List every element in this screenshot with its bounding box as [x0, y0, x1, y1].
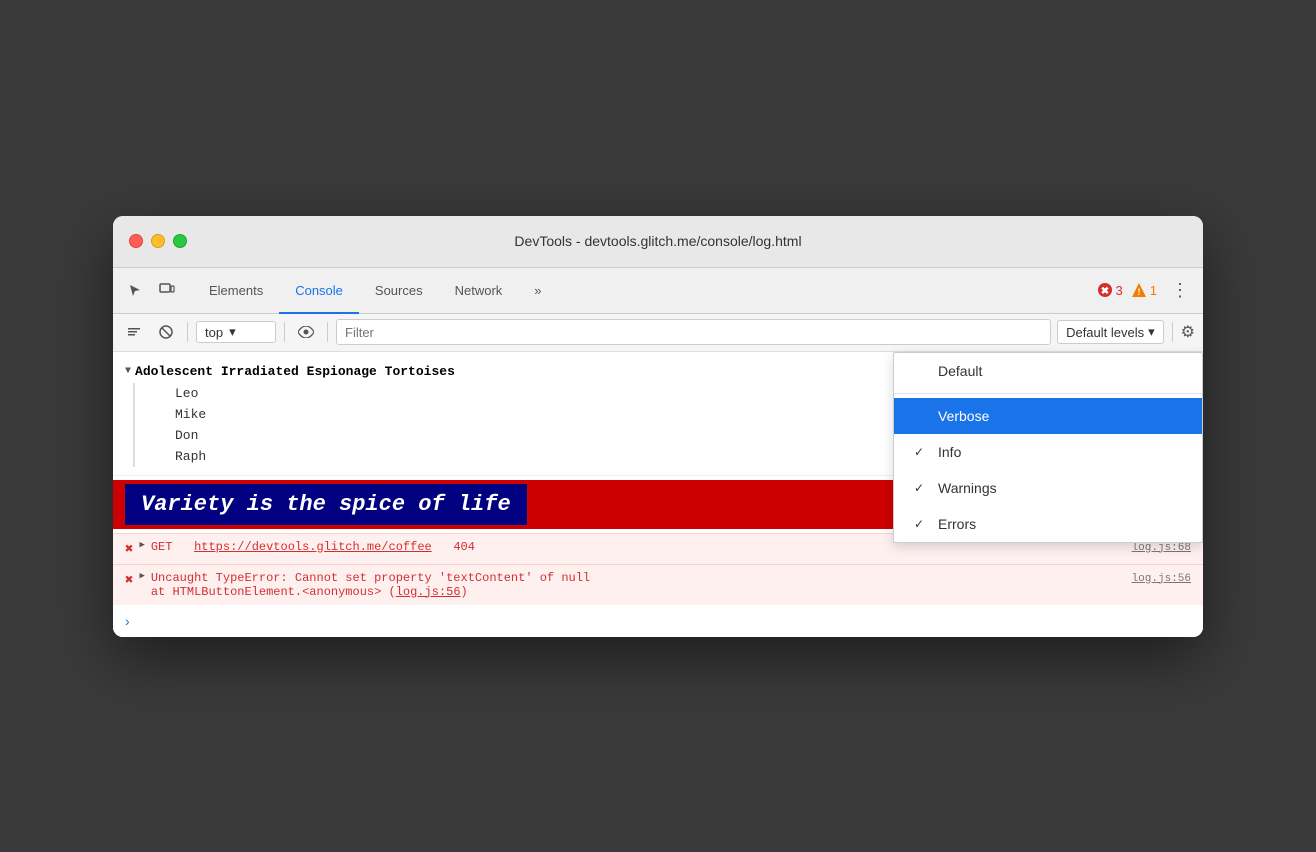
tab-bar: Elements Console Sources Network » ✖ 3 [113, 268, 1203, 314]
error-icon-1: ✖ [125, 541, 133, 558]
tab-elements[interactable]: Elements [193, 269, 279, 314]
variety-text: Variety is the spice of life [125, 484, 527, 525]
console-input-row: › [113, 605, 1203, 637]
settings-icon[interactable]: ⚙ [1181, 322, 1195, 342]
tab-bar-right: ✖ 3 ! 1 ⋮ [1097, 268, 1195, 313]
filter-input[interactable] [336, 319, 1051, 345]
error-stack-link[interactable]: log.js:56 [396, 585, 461, 599]
minimize-button[interactable] [151, 234, 165, 248]
dropdown-item-info[interactable]: ✓ Info [894, 434, 1202, 470]
error-row-2: ✖ ▶ Uncaught TypeError: Cannot set prope… [113, 564, 1203, 605]
expand-icon-1[interactable]: ▶ [139, 540, 144, 550]
stop-icon[interactable] [153, 319, 179, 345]
maximize-button[interactable] [173, 234, 187, 248]
devtools-window: DevTools - devtools.glitch.me/console/lo… [113, 216, 1203, 637]
error-file-link-1[interactable]: log.js:68 [1132, 542, 1191, 554]
tab-sources[interactable]: Sources [359, 269, 439, 314]
svg-text:!: ! [1137, 287, 1140, 297]
error-content-2: Uncaught TypeError: Cannot set property … [151, 571, 1126, 599]
error-file-link-2[interactable]: log.js:56 [1132, 573, 1191, 585]
check-icon-info: ✓ [914, 445, 930, 459]
levels-dropdown-button[interactable]: Default levels ▾ [1057, 320, 1164, 344]
traffic-lights [129, 234, 187, 248]
dropdown-item-warnings[interactable]: ✓ Warnings [894, 470, 1202, 506]
tab-network[interactable]: Network [439, 269, 519, 314]
error-url-link[interactable]: https://devtools.glitch.me/coffee [194, 540, 432, 554]
tab-console[interactable]: Console [279, 269, 359, 314]
title-bar: DevTools - devtools.glitch.me/console/lo… [113, 216, 1203, 268]
device-icon[interactable] [153, 276, 181, 304]
eye-icon[interactable] [293, 319, 319, 345]
check-icon-warnings: ✓ [914, 481, 930, 495]
dropdown-item-default[interactable]: Default [894, 353, 1202, 389]
error-circle-icon: ✖ [1097, 282, 1113, 298]
dropdown-item-verbose[interactable]: Verbose [894, 398, 1202, 434]
tree-expand-icon: ▼ [125, 366, 131, 377]
levels-dropdown: Default Verbose ✓ Info ✓ Warnings ✓ Erro… [893, 352, 1203, 543]
tab-more[interactable]: » [518, 269, 557, 314]
error-stack: at HTMLButtonElement.<anonymous> (log.js… [151, 585, 1126, 599]
toolbar-divider [187, 322, 188, 342]
warning-badge: ! 1 [1131, 282, 1157, 298]
console-toolbar: top ▾ Default levels ▾ ⚙ [113, 314, 1203, 352]
prompt-arrow-icon: › [125, 613, 130, 629]
kebab-menu-icon[interactable]: ⋮ [1165, 280, 1195, 301]
dropdown-item-errors[interactable]: ✓ Errors [894, 506, 1202, 542]
window-title: DevTools - devtools.glitch.me/console/lo… [514, 233, 801, 249]
expand-icon-2[interactable]: ▶ [139, 571, 144, 581]
error-icon-2: ✖ [125, 572, 133, 589]
tab-bar-icons [121, 268, 193, 313]
toolbar-divider-3 [327, 322, 328, 342]
toolbar-divider-2 [284, 322, 285, 342]
svg-text:✖: ✖ [1100, 286, 1108, 297]
context-select[interactable]: top ▾ [196, 321, 276, 343]
toolbar-divider-4 [1172, 322, 1173, 342]
check-icon-errors: ✓ [914, 517, 930, 531]
close-button[interactable] [129, 234, 143, 248]
console-content: ▼ Adolescent Irradiated Espionage Tortoi… [113, 352, 1203, 637]
clear-console-icon[interactable] [121, 319, 147, 345]
error-line-2: log.js:56 [1132, 571, 1191, 585]
cursor-icon[interactable] [121, 276, 149, 304]
error-badge: ✖ 3 [1097, 282, 1123, 298]
dropdown-separator [894, 393, 1202, 394]
warning-triangle-icon: ! [1131, 282, 1147, 298]
